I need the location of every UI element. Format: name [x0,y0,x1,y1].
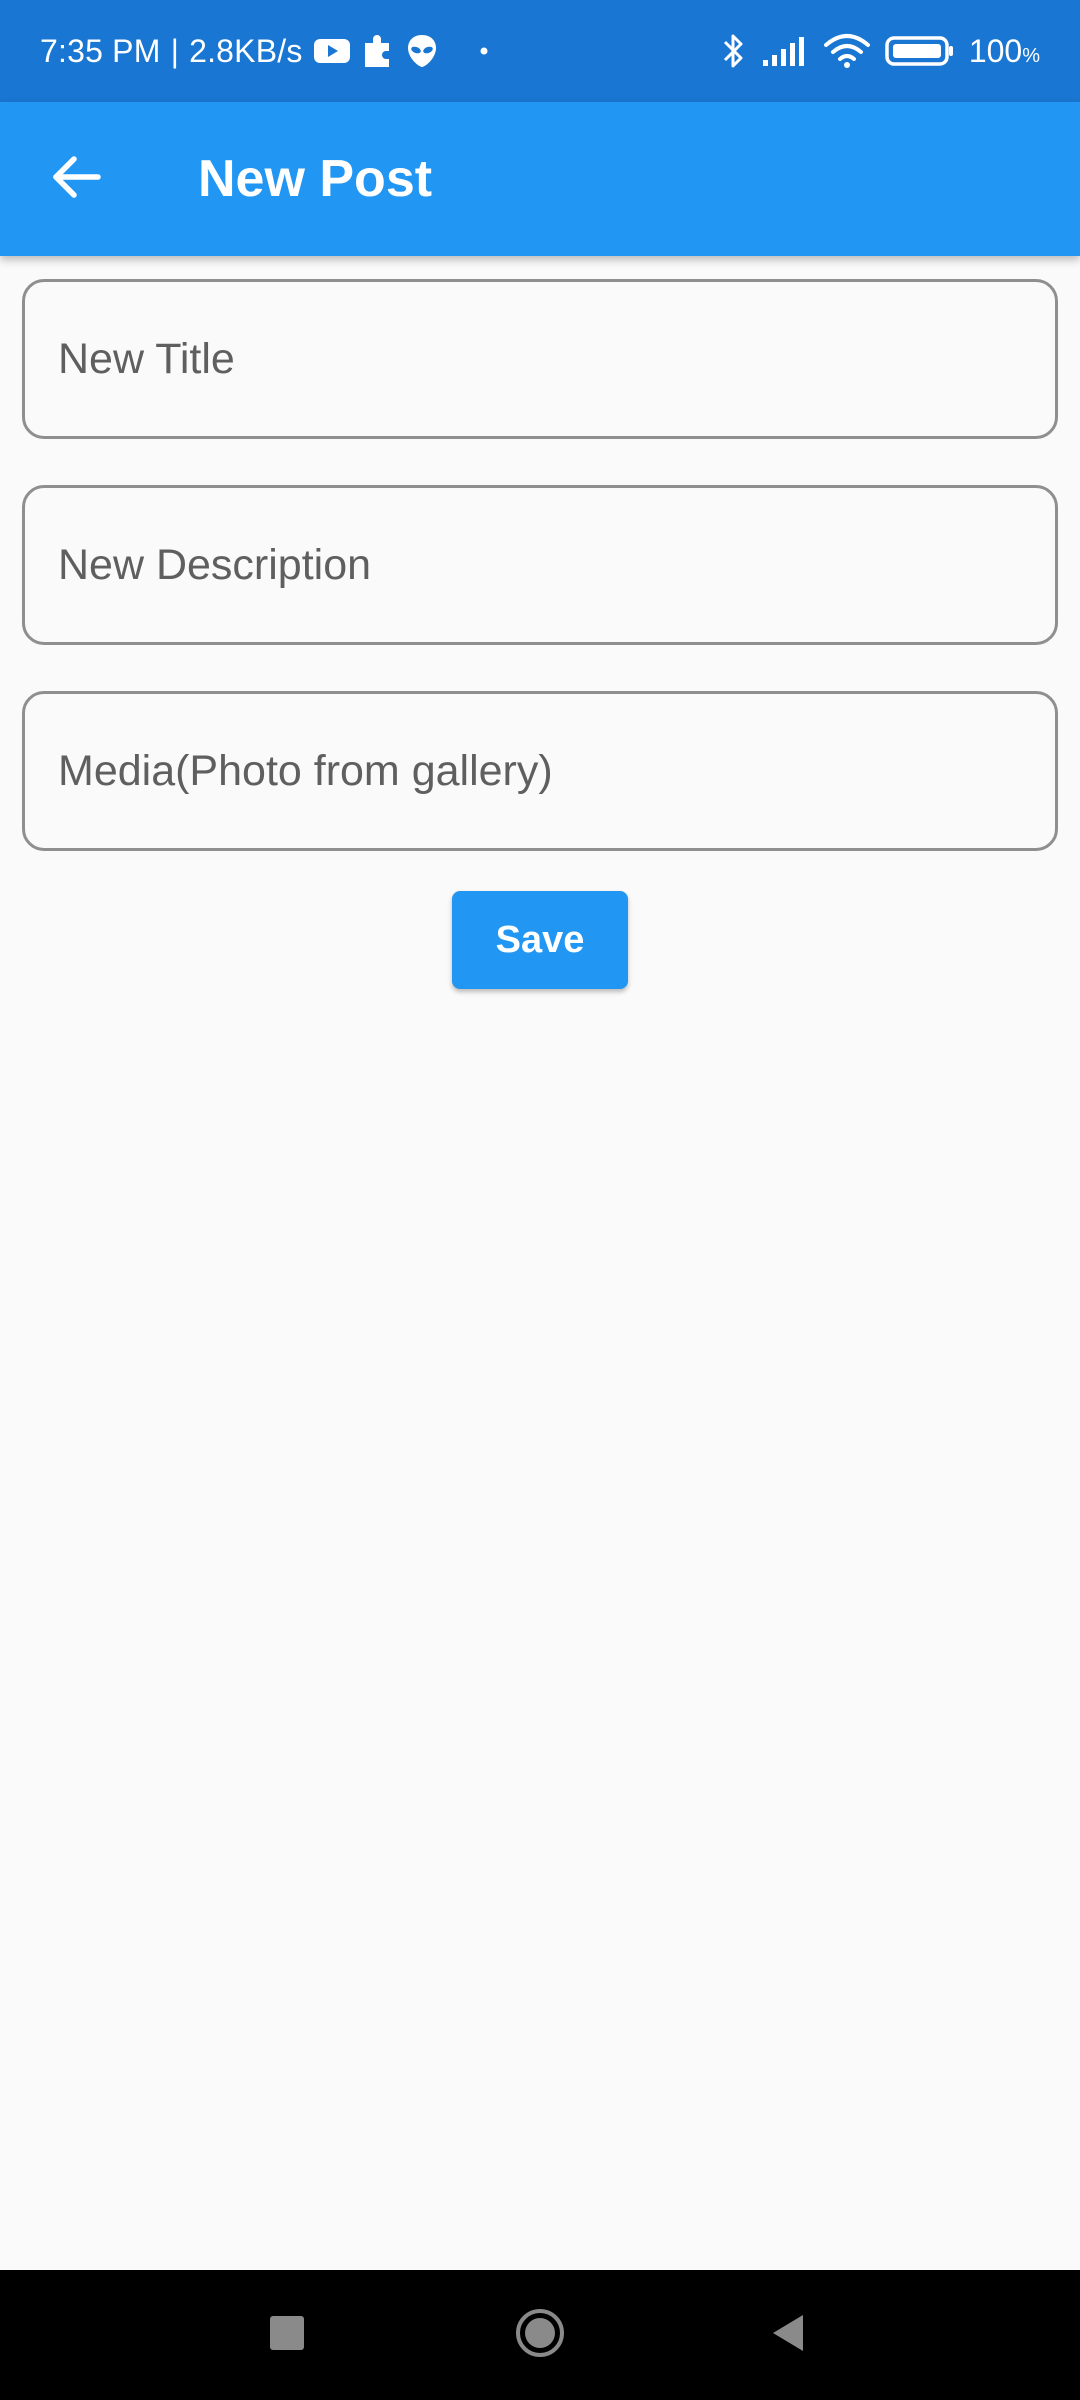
battery-value: 100 [968,32,1023,69]
status-time: 7:35 PM [40,32,161,69]
title-input[interactable] [25,282,1055,436]
puzzle-icon [361,33,395,69]
media-field[interactable] [22,691,1058,851]
arrow-back-icon [50,154,102,205]
recents-icon [269,2315,305,2356]
back-button[interactable] [36,139,116,219]
screen: 7:35 PM | 2.8KB/s 100% New Post New Titl… [0,0,1080,2400]
youtube-icon [313,36,351,66]
alien-icon [405,33,439,69]
description-field[interactable] [22,485,1058,645]
navigation-bar [0,2270,1080,2400]
bluetooth-icon [721,31,747,71]
wifi-icon [823,33,871,69]
network-speed: 2.8KB/s [189,32,303,69]
back-icon [769,2313,807,2358]
signal-icon [761,34,809,68]
home-button[interactable] [480,2270,600,2400]
save-button[interactable]: Save [452,891,628,989]
status-separator: | [170,32,180,69]
media-input[interactable] [25,694,1055,848]
home-icon [514,2307,566,2364]
status-left: 7:35 PM | 2.8KB/s [40,0,489,102]
battery-icon [885,34,955,68]
description-input[interactable] [25,488,1055,642]
status-right: 100% [721,0,1040,102]
app-bar: New Post [0,102,1080,256]
nav-back-button[interactable] [728,2270,848,2400]
page-title: New Post [198,150,433,208]
battery-percent: 100% [969,33,1040,70]
status-bar: 7:35 PM | 2.8KB/s 100% [0,0,1080,102]
battery-unit: % [1022,44,1040,67]
title-field[interactable] [22,279,1058,439]
recents-button[interactable] [227,2270,347,2400]
dot-icon [479,46,489,56]
